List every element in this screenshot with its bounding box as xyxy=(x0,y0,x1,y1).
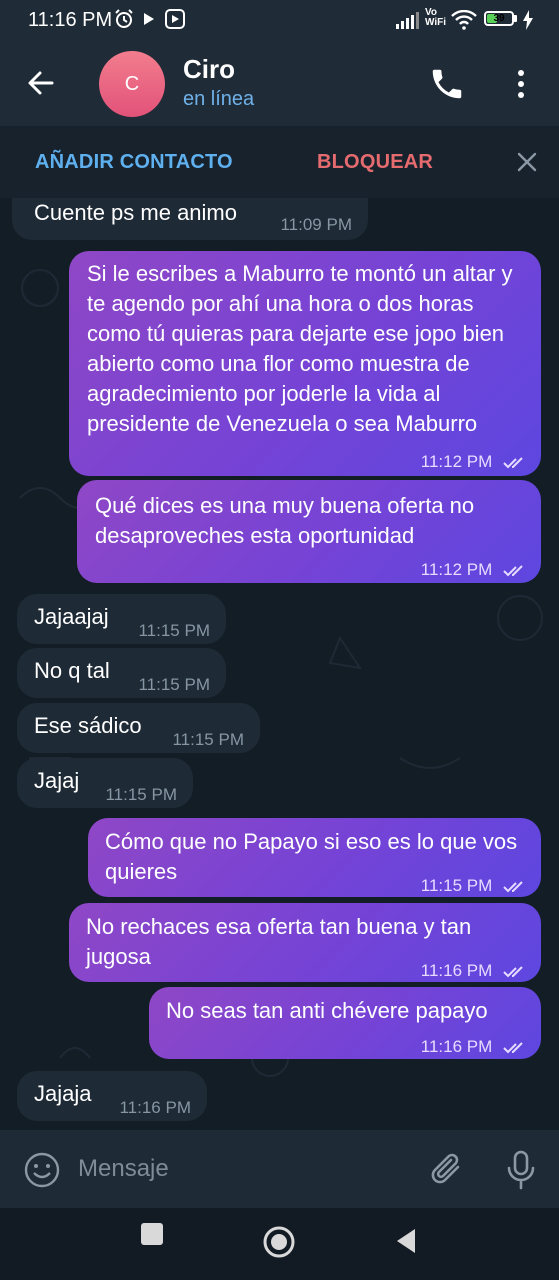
message-time: 11:15 PM xyxy=(421,871,527,901)
play-icon xyxy=(144,13,154,25)
message-bubble-outgoing[interactable]: Si le escribes a Maburro te montó un alt… xyxy=(69,251,541,476)
alarm-icon xyxy=(115,9,133,28)
message-time: 11:15 PM xyxy=(138,675,210,694)
message-time: 11:12 PM xyxy=(421,555,527,585)
battery-icon: 39 xyxy=(484,11,514,26)
read-check-icon xyxy=(503,456,523,468)
message-input[interactable]: Mensaje xyxy=(78,1155,169,1183)
message-text: Si le escribes a Maburro te montó un alt… xyxy=(87,261,513,436)
message-time: 11:09 PM xyxy=(280,215,352,234)
message-bubble-incoming[interactable]: Cuente ps me animo 11:09 PM xyxy=(12,198,368,240)
media-icon xyxy=(165,9,185,29)
network-label: Vo WiFi xyxy=(425,7,447,28)
avatar[interactable]: C xyxy=(99,51,165,117)
message-bubble-outgoing[interactable]: No rechaces esa oferta tan buena y tan j… xyxy=(69,903,541,982)
status-bar: 11:16 PM Vo WiFi 39 xyxy=(0,0,559,40)
contact-name[interactable]: Ciro xyxy=(183,54,235,85)
home-button[interactable] xyxy=(262,1225,296,1259)
message-bubble-incoming[interactable]: Jajaj 11:15 PM xyxy=(17,758,193,808)
add-contact-button[interactable]: AÑADIR CONTACTO xyxy=(35,151,233,174)
message-time: 11:16 PM xyxy=(421,1032,527,1062)
microphone-icon[interactable] xyxy=(505,1150,537,1190)
message-time: 11:16 PM xyxy=(119,1098,191,1117)
recent-apps-button[interactable] xyxy=(141,1223,163,1245)
read-check-icon xyxy=(503,1041,523,1053)
message-time: 11:15 PM xyxy=(138,621,210,640)
read-check-icon xyxy=(503,965,523,977)
contact-action-bar: AÑADIR CONTACTO BLOQUEAR xyxy=(0,126,559,198)
status-time: 11:16 PM xyxy=(28,9,113,31)
close-icon[interactable] xyxy=(515,150,539,174)
message-text: Qué dices es una muy buena oferta no des… xyxy=(95,493,475,548)
back-arrow-icon[interactable] xyxy=(22,63,62,103)
read-check-icon xyxy=(503,880,523,892)
message-text: No seas tan anti chévere papayo xyxy=(166,998,488,1023)
message-bubble-incoming[interactable]: Jajaajaj 11:15 PM xyxy=(17,594,226,644)
message-time: 11:12 PM xyxy=(421,447,527,477)
message-bubble-outgoing[interactable]: Cómo que no Papayo si eso es lo que vos … xyxy=(88,818,541,897)
read-check-icon xyxy=(503,564,523,576)
avatar-letter: C xyxy=(124,72,140,95)
telegram-chat-screen: 11:16 PM Vo WiFi 39 C Ciro en línea AÑAD… xyxy=(0,0,559,1280)
message-bubble-outgoing[interactable]: Qué dices es una muy buena oferta no des… xyxy=(77,480,541,583)
block-button[interactable]: BLOQUEAR xyxy=(317,151,433,174)
message-bubble-incoming[interactable]: Jajaja 11:16 PM xyxy=(17,1071,207,1121)
message-bubble-outgoing[interactable]: No seas tan anti chévere papayo 11:16 PM xyxy=(149,987,541,1059)
message-bubble-incoming[interactable]: No q tal 11:15 PM xyxy=(17,648,226,698)
battery-level: 39 xyxy=(493,13,505,24)
charging-icon xyxy=(523,10,533,30)
chat-header: C Ciro en línea xyxy=(0,40,559,126)
emoji-icon[interactable] xyxy=(24,1152,60,1188)
message-time: 11:16 PM xyxy=(421,956,527,986)
more-vert-icon[interactable] xyxy=(510,65,532,103)
phone-icon[interactable] xyxy=(428,65,466,103)
attach-icon[interactable] xyxy=(430,1150,464,1188)
message-input-bar: Mensaje xyxy=(0,1130,559,1208)
wifi-icon xyxy=(451,10,477,30)
message-time: 11:15 PM xyxy=(105,785,177,804)
online-status: en línea xyxy=(183,88,255,110)
nav-back-button[interactable] xyxy=(395,1228,417,1254)
message-time: 11:15 PM xyxy=(172,730,244,749)
signal-icon xyxy=(396,12,419,29)
message-bubble-incoming[interactable]: Ese sádico 11:15 PM xyxy=(17,703,260,753)
message-list[interactable]: Cuente ps me animo 11:09 PM Si le escrib… xyxy=(0,198,559,1130)
